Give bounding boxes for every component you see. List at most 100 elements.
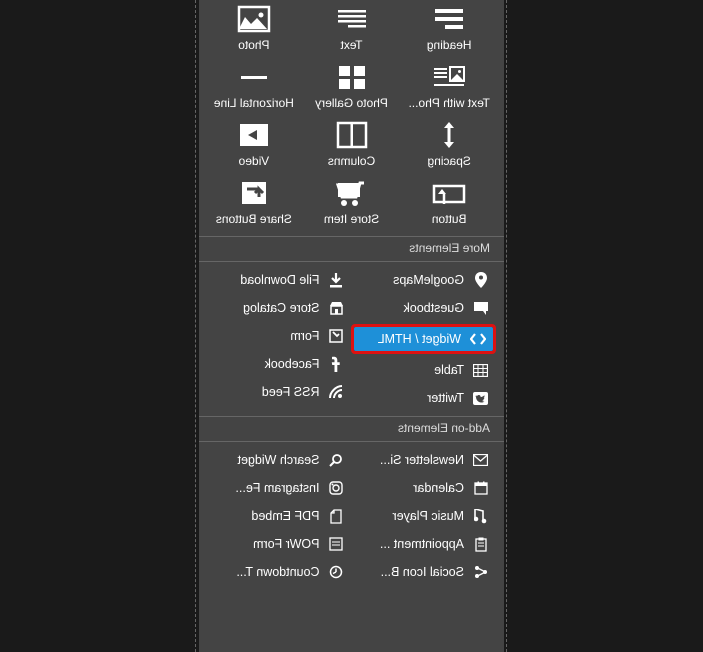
- highlight-box: Widget / HTML: [352, 324, 497, 354]
- primary-elements-grid: Heading Text Photo: [199, 0, 504, 236]
- item-twitter[interactable]: Twitter: [352, 386, 497, 410]
- item-label: RSS Feed: [262, 385, 320, 399]
- item-musicplayer[interactable]: Music Player: [352, 504, 497, 528]
- rss-icon: [328, 384, 346, 400]
- spacing-icon: [431, 120, 467, 150]
- tile-label: Heading: [427, 38, 472, 52]
- form-icon: [328, 328, 346, 344]
- tile-text[interactable]: Text: [304, 4, 400, 52]
- item-label: File Download: [240, 273, 319, 287]
- item-label: Appointment ...: [380, 537, 464, 551]
- tile-label: Button: [432, 212, 467, 226]
- item-label: Instagram Fe...: [235, 481, 319, 495]
- twitter-icon: [472, 390, 490, 406]
- item-socialiconbar[interactable]: Social Icon B...: [352, 560, 497, 584]
- item-filedownload[interactable]: File Download: [207, 268, 352, 292]
- photo-gallery-icon: [334, 62, 370, 92]
- item-label: Search Widget: [238, 453, 320, 467]
- section-title-more: More Elements: [199, 236, 504, 262]
- columns-icon: [334, 120, 370, 150]
- item-label: Newsletter Si...: [380, 453, 464, 467]
- storefront-icon: [328, 300, 346, 316]
- item-newsletter[interactable]: Newsletter Si...: [352, 448, 497, 472]
- tile-label: Horizontal Line: [214, 96, 294, 110]
- pdf-file-icon: [328, 508, 346, 524]
- item-facebook[interactable]: Facebook: [207, 352, 352, 376]
- tile-video[interactable]: Video: [206, 120, 302, 168]
- table-icon: [472, 362, 490, 378]
- music-note-icon: [472, 508, 490, 524]
- tile-label: Store Item: [324, 212, 379, 226]
- item-powrform[interactable]: POWr Form: [207, 532, 352, 556]
- item-label: Countdown T...: [236, 565, 319, 579]
- tile-photo[interactable]: Photo: [206, 4, 302, 52]
- item-label: Guestbook: [404, 301, 464, 315]
- tile-label: Spacing: [427, 154, 470, 168]
- item-googlemaps[interactable]: GoogleMaps: [352, 268, 497, 292]
- item-guestbook[interactable]: Guestbook: [352, 296, 497, 320]
- tile-label: Columns: [328, 154, 375, 168]
- tile-label: Photo Gallery: [315, 96, 388, 110]
- item-label: Form: [290, 329, 319, 343]
- item-rssfeed[interactable]: RSS Feed: [207, 380, 352, 404]
- item-label: Social Icon B...: [381, 565, 464, 579]
- text-with-photo-icon: [431, 62, 467, 92]
- tile-button[interactable]: Button: [401, 178, 497, 226]
- map-pin-icon: [472, 272, 490, 288]
- share-buttons-icon: [236, 178, 272, 208]
- speech-bubble-icon: [472, 300, 490, 316]
- item-label: Calendar: [413, 481, 464, 495]
- item-calendar[interactable]: Calendar: [352, 476, 497, 500]
- item-label: Twitter: [427, 391, 464, 405]
- item-label: Store Catalog: [243, 301, 319, 315]
- tile-label: Text with Pho...: [408, 96, 489, 110]
- text-icon: [334, 4, 370, 34]
- tile-label: Photo: [238, 38, 269, 52]
- tile-textwithphoto[interactable]: Text with Pho...: [401, 62, 497, 110]
- tile-heading[interactable]: Heading: [401, 4, 497, 52]
- item-appointment[interactable]: Appointment ...: [352, 532, 497, 556]
- item-pdfembed[interactable]: PDF Embed: [207, 504, 352, 528]
- horizontal-line-icon: [236, 62, 272, 92]
- clipboard-icon: [472, 536, 490, 552]
- item-widgethtml[interactable]: Widget / HTML: [355, 327, 494, 351]
- calendar-icon: [472, 480, 490, 496]
- clock-icon: [328, 564, 346, 580]
- item-form[interactable]: Form: [207, 324, 352, 348]
- store-item-icon: [334, 178, 370, 208]
- code-icon: [469, 331, 487, 347]
- tile-spacing[interactable]: Spacing: [401, 120, 497, 168]
- tile-storeitem[interactable]: Store Item: [304, 178, 400, 226]
- powr-icon: [328, 536, 346, 552]
- tile-label: Video: [239, 154, 269, 168]
- item-countdowntimer[interactable]: Countdown T...: [207, 560, 352, 584]
- search-icon: [328, 452, 346, 468]
- facebook-icon: [328, 356, 346, 372]
- item-instagramfeed[interactable]: Instagram Fe...: [207, 476, 352, 500]
- item-label: PDF Embed: [251, 509, 319, 523]
- tile-sharebuttons[interactable]: Share Buttons: [206, 178, 302, 226]
- item-table[interactable]: Table: [352, 358, 497, 382]
- item-label: Music Player: [392, 509, 464, 523]
- item-label: Widget / HTML: [378, 332, 461, 346]
- tile-label: Text: [341, 38, 363, 52]
- item-label: Table: [434, 363, 464, 377]
- share-nodes-icon: [472, 564, 490, 580]
- tile-photogallery[interactable]: Photo Gallery: [304, 62, 400, 110]
- item-label: GoogleMaps: [393, 273, 464, 287]
- tile-horizontalline[interactable]: Horizontal Line: [206, 62, 302, 110]
- item-searchwidget[interactable]: Search Widget: [207, 448, 352, 472]
- heading-icon: [431, 4, 467, 34]
- tile-label: Share Buttons: [216, 212, 292, 226]
- tile-columns[interactable]: Columns: [304, 120, 400, 168]
- envelope-icon: [472, 452, 490, 468]
- item-label: POWr Form: [253, 537, 319, 551]
- photo-icon: [236, 4, 272, 34]
- button-icon: [431, 178, 467, 208]
- item-label: Facebook: [265, 357, 320, 371]
- download-icon: [328, 272, 346, 288]
- item-storecatalog[interactable]: Store Catalog: [207, 296, 352, 320]
- more-elements-list: GoogleMaps Guestbook Widget / HTML: [199, 262, 504, 416]
- instagram-icon: [328, 480, 346, 496]
- section-title-addon: Add-on Elements: [199, 416, 504, 442]
